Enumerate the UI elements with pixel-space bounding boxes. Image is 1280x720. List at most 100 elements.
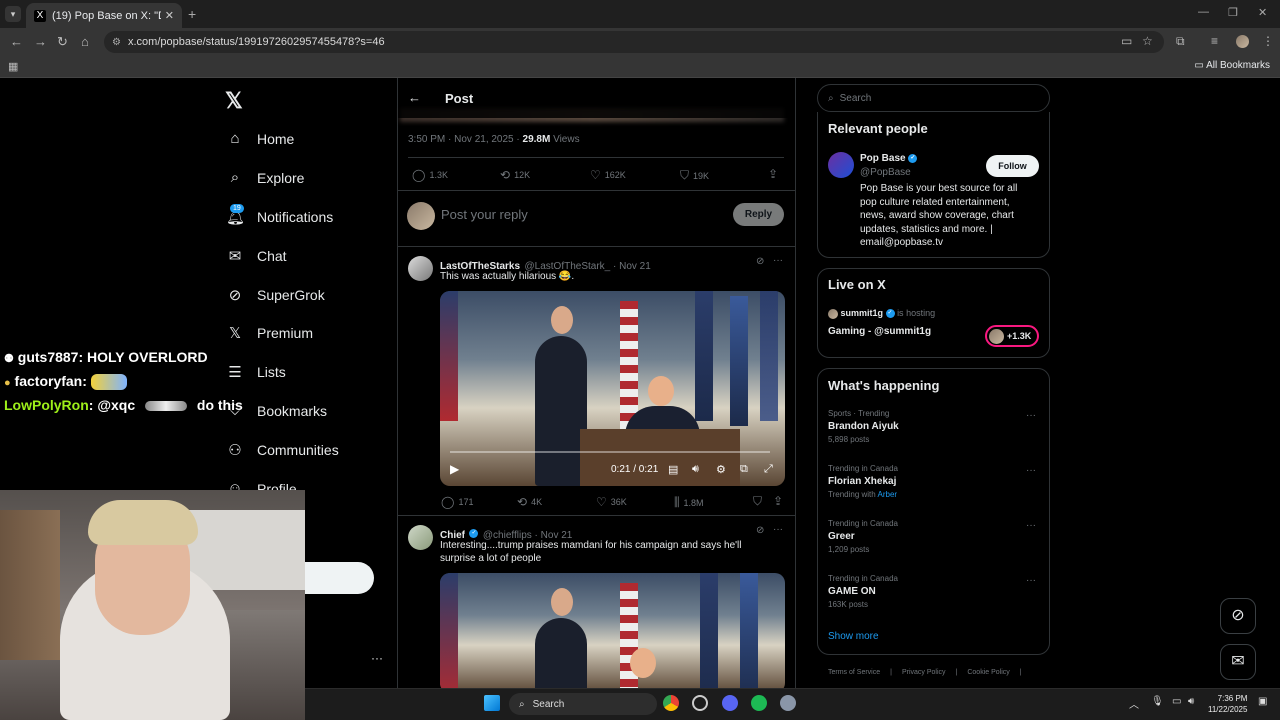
reply-button[interactable]: Reply xyxy=(733,203,784,226)
popbase-avatar[interactable] xyxy=(828,152,854,178)
sidebar-item-explore[interactable]: ⌕ Explore xyxy=(226,169,305,186)
fullscreen-icon[interactable]: ⤢ xyxy=(764,463,773,476)
bookmark-icon[interactable]: ⛉ xyxy=(753,494,766,509)
cast-icon[interactable]: ▭ xyxy=(1121,34,1132,48)
bookmark-star-icon[interactable]: ☆ xyxy=(1142,34,1153,48)
video-player[interactable]: ▶ 0:21 / 0:21 ▤ 🔊︎ ⚙ ⧉ ⤢ xyxy=(440,291,785,486)
bookmark-stat[interactable]: ⛉ 19K xyxy=(680,168,709,183)
discord-icon[interactable] xyxy=(722,695,738,711)
trend-more-icon[interactable]: ··· xyxy=(1026,575,1036,586)
video-progress-bar[interactable] xyxy=(450,451,770,453)
settings-icon[interactable]: ⚙ xyxy=(716,463,726,476)
app-icon[interactable] xyxy=(692,695,708,711)
follow-button[interactable]: Follow xyxy=(986,155,1039,177)
all-bookmarks[interactable]: ▭ All Bookmarks xyxy=(1194,60,1270,71)
back-arrow-icon[interactable]: ← xyxy=(408,90,421,105)
sidebar-item-supergrok[interactable]: ⊘ SuperGrok xyxy=(226,286,325,304)
menu-icon[interactable]: ⋮ xyxy=(1262,34,1274,48)
messages-fab-icon[interactable]: ✉ xyxy=(1220,644,1256,680)
live-stream-title[interactable]: Gaming - @summit1g xyxy=(828,326,931,337)
trend-meta: Trending in Canada xyxy=(828,574,898,583)
more-icon[interactable]: ··· xyxy=(371,651,383,665)
post-button[interactable] xyxy=(305,562,374,594)
back-icon[interactable]: ← xyxy=(10,34,23,49)
browser-tab[interactable]: X (19) Pop Base on X: "Donald Tru ✕ xyxy=(26,3,182,28)
sidebar-item-lists[interactable]: ☰ Lists xyxy=(226,363,286,381)
network-icon[interactable]: ▭ xyxy=(1172,696,1181,707)
extensions-icon[interactable]: ⧉ xyxy=(1176,34,1185,49)
taskbar-search[interactable]: ⌕ Search xyxy=(509,693,657,715)
play-icon[interactable]: ▶ xyxy=(450,462,459,476)
site-info-icon[interactable]: ⚙ xyxy=(112,37,121,48)
sidebar-item-chat[interactable]: ✉ Chat xyxy=(226,247,287,265)
reload-icon[interactable]: ↻ xyxy=(57,34,68,50)
tab-close-icon[interactable]: ✕ xyxy=(165,9,174,22)
captions-icon[interactable]: ▤ xyxy=(668,463,678,476)
reply-stat[interactable]: ◯ 171 xyxy=(441,495,473,509)
grok-icon[interactable]: ⊘ xyxy=(756,256,764,267)
pip-icon[interactable]: ⧉ xyxy=(740,463,748,476)
restore-icon[interactable]: ❐ xyxy=(1228,6,1238,19)
more-options-icon[interactable]: ··· xyxy=(773,255,783,266)
media-icon[interactable]: ≡ xyxy=(1211,34,1218,48)
spotify-icon[interactable] xyxy=(751,695,767,711)
start-icon[interactable] xyxy=(484,695,500,711)
footer-link[interactable]: Cookie Policy xyxy=(967,669,1009,676)
repost-stat[interactable]: ⟲ 4K xyxy=(517,495,542,509)
reply-avatar[interactable] xyxy=(408,256,433,281)
trend-item[interactable]: Trending in Canada GAME ON 163K posts xyxy=(828,574,898,609)
sidebar-item-home[interactable]: ⌂ Home xyxy=(226,130,294,147)
more-options-icon[interactable]: ··· xyxy=(773,524,783,535)
trend-item[interactable]: Trending in Canada Florian Xhekaj Trendi… xyxy=(828,464,898,499)
volume-icon[interactable]: 🔊︎ xyxy=(692,463,699,476)
views-stat[interactable]: ⫼ 1.8M xyxy=(674,495,704,510)
share-icon[interactable]: ⇪ xyxy=(768,167,782,181)
trend-more-icon[interactable]: ··· xyxy=(1026,410,1036,421)
close-window-icon[interactable]: ✕ xyxy=(1258,6,1267,19)
x-logo-icon[interactable]: 𝕏 xyxy=(225,88,243,114)
sidebar-item-communities[interactable]: ⚇ Communities xyxy=(226,441,338,459)
taskbar-clock[interactable]: 7:36 PM 11/22/2025 xyxy=(1208,693,1247,715)
notifications-tray-icon[interactable]: ▣ xyxy=(1258,696,1267,707)
reply-stat[interactable]: ◯ 1.3K xyxy=(412,168,448,182)
show-more-link[interactable]: Show more xyxy=(828,631,879,642)
trend-more-icon[interactable]: ··· xyxy=(1026,520,1036,531)
video-player[interactable] xyxy=(440,573,785,693)
settings-app-icon[interactable] xyxy=(780,695,796,711)
person-handle[interactable]: @PopBase xyxy=(860,167,911,178)
live-host-row[interactable]: summit1g ✓ is hosting xyxy=(828,308,935,319)
footer-link[interactable]: Terms of Service xyxy=(828,669,880,676)
grok-fab-icon[interactable]: ⊘ xyxy=(1220,598,1256,634)
volume-tray-icon[interactable]: 🔊︎ xyxy=(1188,696,1194,707)
sidebar-item-premium[interactable]: 𝕏 Premium xyxy=(226,324,313,342)
tray-chevron-icon[interactable]: ︿ xyxy=(1129,696,1139,711)
address-bar[interactable]: ⚙ x.com/popbase/status/19919726029574554… xyxy=(104,31,1164,53)
like-stat[interactable]: ♡ 162K xyxy=(590,168,626,182)
user-avatar[interactable] xyxy=(407,202,435,230)
reply-input[interactable]: Post your reply xyxy=(441,207,528,222)
trend-item[interactable]: Trending in Canada Greer 1,209 posts xyxy=(828,519,898,554)
trend-sub-link[interactable]: Arber xyxy=(878,490,898,499)
chrome-icon[interactable] xyxy=(663,695,679,711)
new-tab-button[interactable]: + xyxy=(188,6,196,22)
trend-sub: Trending with xyxy=(828,490,878,499)
trend-more-icon[interactable]: ··· xyxy=(1026,465,1036,476)
like-stat[interactable]: ♡ 36K xyxy=(596,495,627,509)
live-listeners[interactable]: +1.3K xyxy=(985,325,1039,347)
home-icon[interactable]: ⌂ xyxy=(81,34,89,49)
trend-item[interactable]: Sports · Trending Brandon Aiyuk 5,898 po… xyxy=(828,409,899,444)
bookmarks-bar xyxy=(0,56,1280,78)
profile-avatar[interactable] xyxy=(1236,35,1249,48)
repost-stat[interactable]: ⟲ 12K xyxy=(500,168,530,182)
person-name-row[interactable]: Pop Base ✓ xyxy=(860,153,918,164)
search-input[interactable]: ⌕ Search xyxy=(817,84,1050,112)
tab-search-button[interactable]: ▾ xyxy=(5,6,21,22)
footer-link[interactable]: Privacy Policy xyxy=(902,669,946,676)
share-icon[interactable]: ⇪ xyxy=(773,494,787,508)
apps-icon[interactable]: ▦ xyxy=(8,60,18,73)
minimize-icon[interactable]: — xyxy=(1198,6,1209,18)
reply-avatar[interactable] xyxy=(408,525,433,550)
forward-icon[interactable]: → xyxy=(34,34,47,49)
grok-icon[interactable]: ⊘ xyxy=(756,525,764,536)
microphone-icon[interactable]: 🎙︎ xyxy=(1151,696,1164,707)
